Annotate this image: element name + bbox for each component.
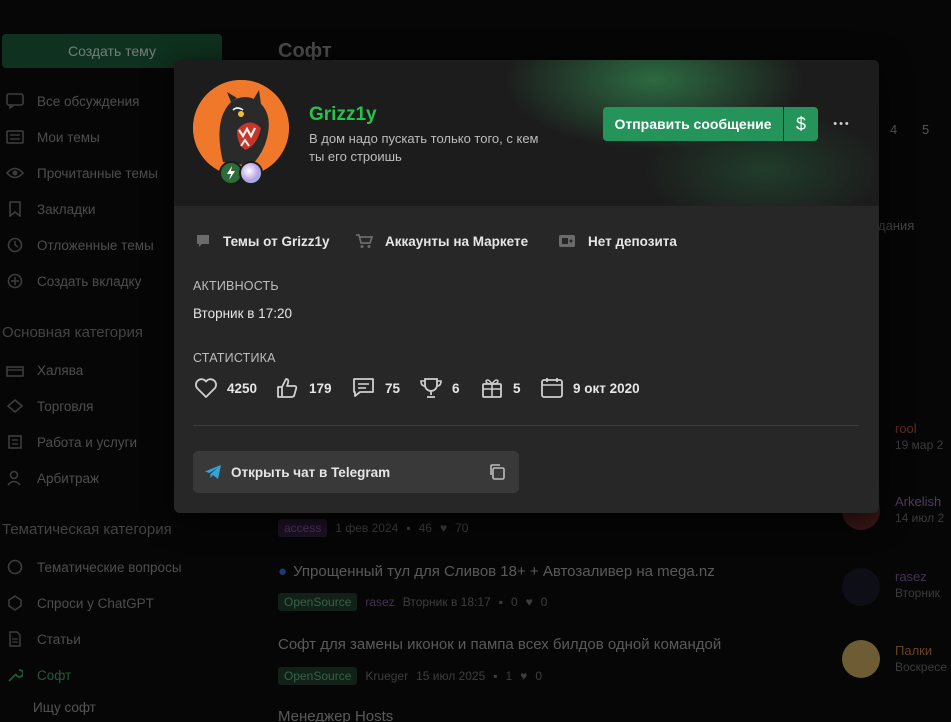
calendar-icon xyxy=(541,378,563,398)
link-label: Аккаунты на Маркете xyxy=(385,233,529,249)
dollar-icon: $ xyxy=(795,113,806,134)
open-telegram-chat-button[interactable]: Открыть чат в Telegram xyxy=(193,451,519,493)
cart-icon xyxy=(356,234,373,248)
ellipsis-icon: ••• xyxy=(833,118,851,130)
profile-username[interactable]: Grizz1y xyxy=(309,104,377,126)
thumbs-up-icon xyxy=(277,378,298,398)
trophy-icon xyxy=(420,378,442,398)
stat-value: 75 xyxy=(385,380,401,396)
stat-sympathies[interactable]: 179 xyxy=(276,377,332,399)
profile-popup-card: Grizz1y В дом надо пускать только того, … xyxy=(174,60,879,513)
stat-messages[interactable]: 75 xyxy=(352,377,400,399)
stat-value: 4250 xyxy=(227,380,258,396)
stat-value: 5 xyxy=(513,380,521,396)
stat-gifts[interactable]: 5 xyxy=(480,377,521,399)
deposit-icon xyxy=(559,235,575,247)
link-label: Темы от Grizz1y xyxy=(223,233,330,249)
chat-bubble-icon xyxy=(197,235,209,247)
link-label: Нет депозита xyxy=(588,233,677,249)
link-deposit[interactable]: Нет депозита xyxy=(558,233,677,249)
divider xyxy=(193,425,859,426)
stat-value: 6 xyxy=(452,380,460,396)
profile-status-text: В дом надо пускать только того, с кем ты… xyxy=(309,131,539,164)
telegram-button-label: Открыть чат в Telegram xyxy=(231,464,391,480)
heart-icon xyxy=(195,378,217,398)
more-options-button[interactable]: ••• xyxy=(829,114,855,134)
link-user-topics[interactable]: Темы от Grizz1y xyxy=(195,233,329,249)
profile-header: Grizz1y В дом надо пускать только того, … xyxy=(174,60,879,206)
avatar[interactable] xyxy=(193,80,289,176)
copy-icon[interactable] xyxy=(488,463,506,481)
bear-avatar-image xyxy=(193,80,289,176)
send-message-button[interactable]: Отправить сообщение xyxy=(603,107,783,141)
activity-heading: Активность xyxy=(193,279,279,293)
stat-value: 179 xyxy=(309,380,332,396)
pearl-badge-icon[interactable] xyxy=(239,161,263,185)
gift-icon xyxy=(482,379,502,398)
send-money-button[interactable]: $ xyxy=(784,107,818,141)
message-icon xyxy=(353,378,374,397)
link-market-accounts[interactable]: Аккаунты на Маркете xyxy=(355,233,528,249)
stat-value: 9 окт 2020 xyxy=(573,380,640,396)
telegram-icon xyxy=(205,465,221,479)
stat-registration-date[interactable]: 9 окт 2020 xyxy=(540,377,640,399)
statistics-heading: Статистика xyxy=(193,351,276,365)
stat-trophies[interactable]: 6 xyxy=(419,377,460,399)
stat-likes[interactable]: 4250 xyxy=(194,377,257,399)
last-activity-value: Вторник в 17:20 xyxy=(193,306,292,321)
